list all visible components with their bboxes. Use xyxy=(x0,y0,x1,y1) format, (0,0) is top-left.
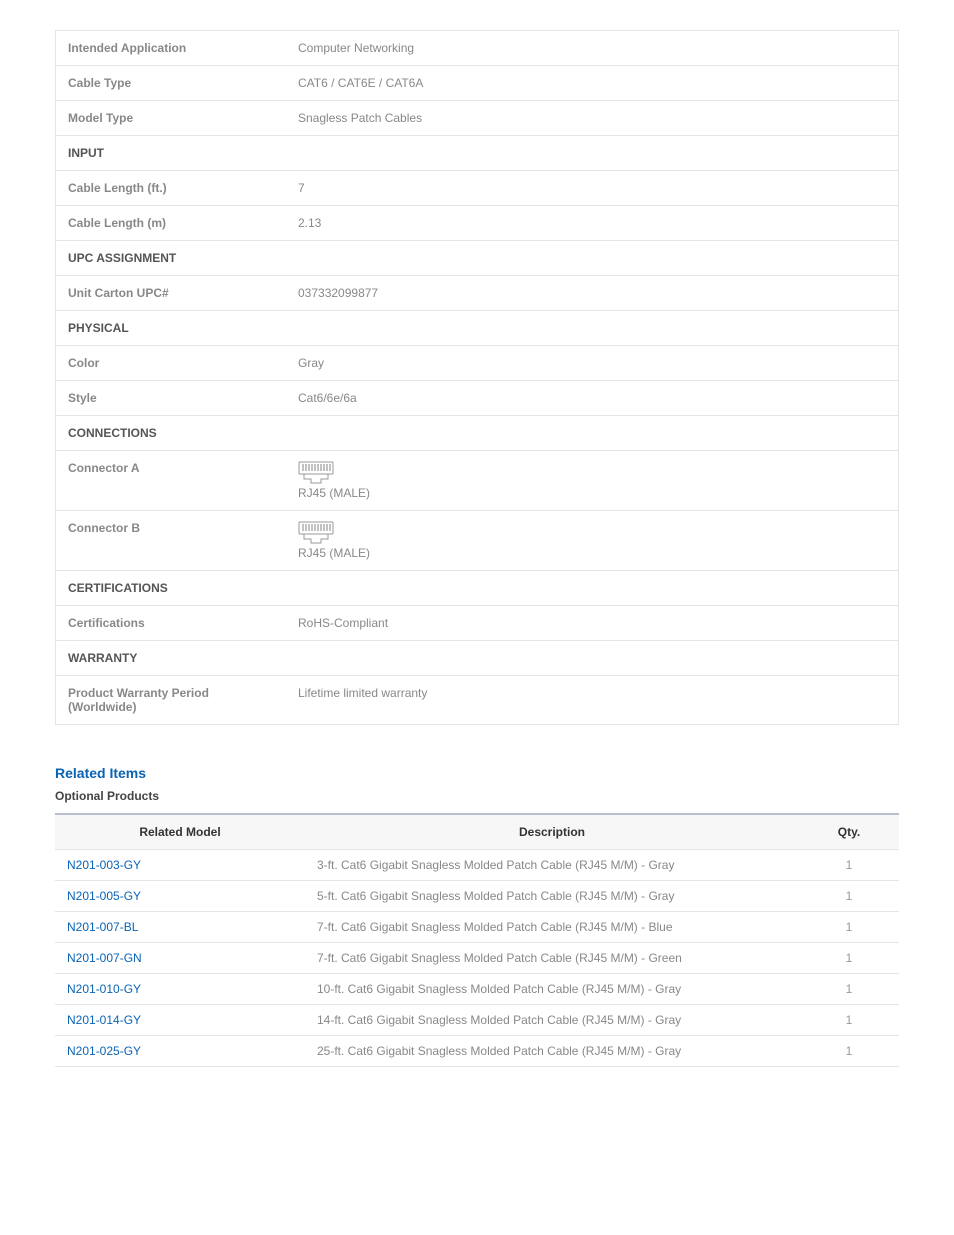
spec-section-connections: CONNECTIONS xyxy=(56,416,898,451)
related-qty: 1 xyxy=(799,1005,899,1036)
related-qty: 1 xyxy=(799,974,899,1005)
spec-row: Product Warranty Period (Worldwide) Life… xyxy=(56,676,898,724)
spec-row: Color Gray xyxy=(56,346,898,381)
spec-value: Gray xyxy=(286,346,898,381)
related-qty: 1 xyxy=(799,850,899,881)
spec-row: Intended Application Computer Networking xyxy=(56,31,898,66)
spec-row: Connector A RJ45 (MALE) xyxy=(56,451,898,511)
spec-row: Connector B RJ45 (MALE) xyxy=(56,511,898,571)
spec-label: Connector A xyxy=(56,451,286,511)
section-header: PHYSICAL xyxy=(56,311,898,346)
spec-section-physical: PHYSICAL xyxy=(56,311,898,346)
table-row: N201-025-GY25-ft. Cat6 Gigabit Snagless … xyxy=(55,1036,899,1067)
col-header-qty: Qty. xyxy=(799,814,899,850)
spec-label: Connector B xyxy=(56,511,286,571)
spec-row: Certifications RoHS-Compliant xyxy=(56,606,898,641)
col-header-desc: Description xyxy=(305,814,799,850)
related-model-link[interactable]: N201-014-GY xyxy=(55,1005,305,1036)
related-qty: 1 xyxy=(799,881,899,912)
spec-row: Unit Carton UPC# 037332099877 xyxy=(56,276,898,311)
spec-label: Intended Application xyxy=(56,31,286,66)
related-description: 10-ft. Cat6 Gigabit Snagless Molded Patc… xyxy=(305,974,799,1005)
spec-label: Model Type xyxy=(56,101,286,136)
section-header: WARRANTY xyxy=(56,641,898,676)
spec-label: Cable Type xyxy=(56,66,286,101)
spec-table: Intended Application Computer Networking… xyxy=(55,30,899,725)
spec-label: Color xyxy=(56,346,286,381)
related-qty: 1 xyxy=(799,912,899,943)
spec-section-warranty: WARRANTY xyxy=(56,641,898,676)
table-row: N201-007-BL7-ft. Cat6 Gigabit Snagless M… xyxy=(55,912,899,943)
spec-value: Cat6/6e/6a xyxy=(286,381,898,416)
spec-section-input: INPUT xyxy=(56,136,898,171)
spec-value: RJ45 (MALE) xyxy=(286,451,898,511)
table-row: N201-010-GY10-ft. Cat6 Gigabit Snagless … xyxy=(55,974,899,1005)
spec-value: Snagless Patch Cables xyxy=(286,101,898,136)
related-model-link[interactable]: N201-007-GN xyxy=(55,943,305,974)
related-description: 7-ft. Cat6 Gigabit Snagless Molded Patch… xyxy=(305,912,799,943)
connector-a-text: RJ45 (MALE) xyxy=(298,486,370,500)
spec-label: Style xyxy=(56,381,286,416)
spec-label: Cable Length (m) xyxy=(56,206,286,241)
spec-value: RoHS-Compliant xyxy=(286,606,898,641)
optional-products-subheading: Optional Products xyxy=(55,789,899,803)
spec-value: RJ45 (MALE) xyxy=(286,511,898,571)
spec-section-upc: UPC ASSIGNMENT xyxy=(56,241,898,276)
related-header-row: Related Model Description Qty. xyxy=(55,814,899,850)
spec-value: 7 xyxy=(286,171,898,206)
spec-value: 2.13 xyxy=(286,206,898,241)
spec-label: Unit Carton UPC# xyxy=(56,276,286,311)
related-description: 3-ft. Cat6 Gigabit Snagless Molded Patch… xyxy=(305,850,799,881)
related-items-heading: Related Items xyxy=(55,765,899,781)
spec-value: Computer Networking xyxy=(286,31,898,66)
related-description: 25-ft. Cat6 Gigabit Snagless Molded Patc… xyxy=(305,1036,799,1067)
related-description: 14-ft. Cat6 Gigabit Snagless Molded Patc… xyxy=(305,1005,799,1036)
table-row: N201-007-GN7-ft. Cat6 Gigabit Snagless M… xyxy=(55,943,899,974)
table-row: N201-003-GY3-ft. Cat6 Gigabit Snagless M… xyxy=(55,850,899,881)
related-model-link[interactable]: N201-005-GY xyxy=(55,881,305,912)
related-qty: 1 xyxy=(799,1036,899,1067)
spec-value: 037332099877 xyxy=(286,276,898,311)
section-header: INPUT xyxy=(56,136,898,171)
col-header-model: Related Model xyxy=(55,814,305,850)
related-description: 5-ft. Cat6 Gigabit Snagless Molded Patch… xyxy=(305,881,799,912)
spec-value: Lifetime limited warranty xyxy=(286,676,898,724)
related-model-link[interactable]: N201-025-GY xyxy=(55,1036,305,1067)
spec-row: Cable Type CAT6 / CAT6E / CAT6A xyxy=(56,66,898,101)
spec-row: Model Type Snagless Patch Cables xyxy=(56,101,898,136)
related-model-link[interactable]: N201-003-GY xyxy=(55,850,305,881)
spec-value: CAT6 / CAT6E / CAT6A xyxy=(286,66,898,101)
spec-row: Cable Length (ft.) 7 xyxy=(56,171,898,206)
section-header: CONNECTIONS xyxy=(56,416,898,451)
related-table: Related Model Description Qty. N201-003-… xyxy=(55,813,899,1067)
spec-section-certifications: CERTIFICATIONS xyxy=(56,571,898,606)
related-model-link[interactable]: N201-010-GY xyxy=(55,974,305,1005)
section-header: CERTIFICATIONS xyxy=(56,571,898,606)
table-row: N201-005-GY5-ft. Cat6 Gigabit Snagless M… xyxy=(55,881,899,912)
spec-row: Style Cat6/6e/6a xyxy=(56,381,898,416)
section-header: UPC ASSIGNMENT xyxy=(56,241,898,276)
table-row: N201-014-GY14-ft. Cat6 Gigabit Snagless … xyxy=(55,1005,899,1036)
related-model-link[interactable]: N201-007-BL xyxy=(55,912,305,943)
connector-b-text: RJ45 (MALE) xyxy=(298,546,370,560)
spec-row: Cable Length (m) 2.13 xyxy=(56,206,898,241)
rj45-connector-icon xyxy=(298,461,334,485)
spec-label: Certifications xyxy=(56,606,286,641)
spec-label: Product Warranty Period (Worldwide) xyxy=(56,676,286,724)
rj45-connector-icon xyxy=(298,521,334,545)
spec-label: Cable Length (ft.) xyxy=(56,171,286,206)
related-qty: 1 xyxy=(799,943,899,974)
related-description: 7-ft. Cat6 Gigabit Snagless Molded Patch… xyxy=(305,943,799,974)
